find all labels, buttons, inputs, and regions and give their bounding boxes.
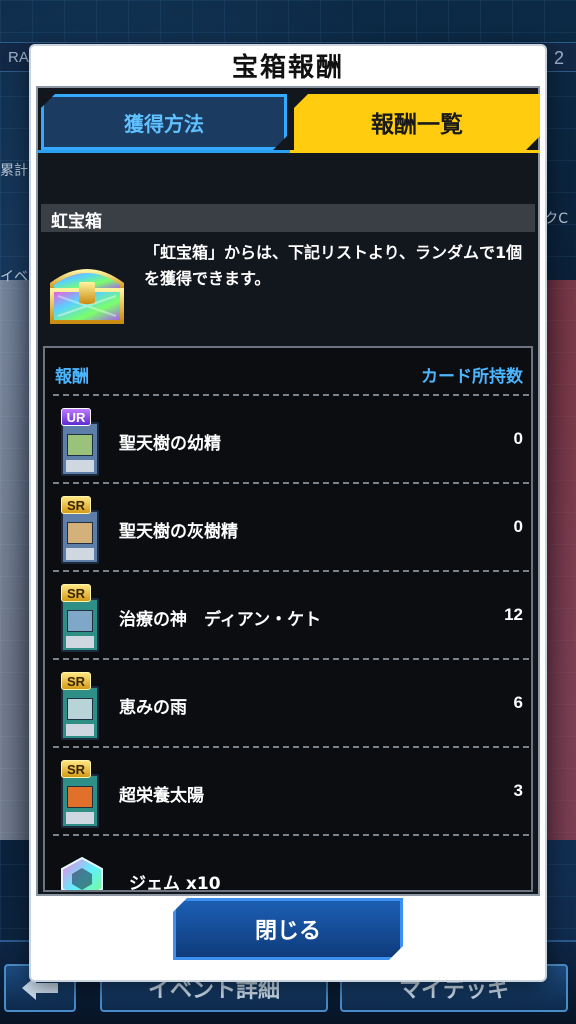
reward-row[interactable]: ジェム x10	[53, 834, 529, 892]
owned-column-header: カード所持数	[421, 367, 523, 387]
reward-row[interactable]: SR 聖天樹の灰樹精 0	[53, 482, 529, 570]
reward-name: 恵みの雨	[119, 698, 187, 718]
reward-column-header: 報酬	[55, 367, 89, 387]
rarity-badge: UR	[61, 408, 91, 426]
tab-reward-list-label: 報酬一覧	[371, 112, 463, 138]
reward-list-header: 報酬 カード所持数	[45, 348, 531, 394]
rarity-badge: SR	[61, 584, 91, 602]
dialog-body: 獲得方法 報酬一覧 虹宝箱 「虹宝箱」からは、下記リストより、ランダムで1個を獲…	[36, 86, 540, 896]
reward-name: 治療の神 ディアン・ケト	[119, 610, 322, 630]
dialog-title: 宝箱報酬	[231, 53, 344, 83]
owned-count: 6	[513, 693, 523, 712]
tab-acquisition-method[interactable]: 獲得方法	[41, 94, 287, 150]
reward-list[interactable]: 報酬 カード所持数 UR 聖天樹の幼精 0 SR 聖天樹の灰樹精 0 SR 治療…	[43, 346, 533, 892]
reward-name: ジェム x10	[129, 874, 221, 892]
card-thumbnail	[61, 422, 99, 476]
background-left-label: 累計	[0, 163, 28, 179]
section-title: 虹宝箱	[41, 204, 535, 232]
reward-name: 聖天樹の幼精	[119, 434, 221, 454]
rarity-badge: SR	[61, 672, 91, 690]
reward-row[interactable]: SR 治療の神 ディアン・ケト 12	[53, 570, 529, 658]
reward-name: 聖天樹の灰樹精	[119, 522, 238, 542]
card-thumbnail	[61, 598, 99, 652]
treasure-reward-dialog: 宝箱報酬 獲得方法 報酬一覧 虹宝箱 「虹宝箱」からは、下記リストより、ランダム…	[31, 46, 545, 980]
rarity-badge: SR	[61, 496, 91, 514]
rarity-badge: SR	[61, 760, 91, 778]
owned-count: 3	[513, 781, 523, 800]
tab-underline-active	[290, 150, 540, 153]
background-right-art	[542, 280, 576, 840]
reward-row[interactable]: UR 聖天樹の幼精 0	[53, 394, 529, 482]
rainbow-chest-icon	[50, 269, 124, 324]
card-thumbnail	[61, 510, 99, 564]
reward-row[interactable]: SR 恵みの雨 6	[53, 658, 529, 746]
gem-icon	[61, 856, 103, 890]
tab-acquisition-method-label: 獲得方法	[124, 111, 204, 136]
owned-count: 0	[513, 429, 523, 448]
card-thumbnail	[61, 686, 99, 740]
tab-reward-list[interactable]: 報酬一覧	[294, 94, 540, 150]
close-button[interactable]: 閉じる	[173, 898, 403, 960]
card-thumbnail	[61, 774, 99, 828]
background-topbar-right: 2	[553, 48, 564, 68]
owned-count: 12	[504, 605, 523, 624]
reward-name: 超栄養太陽	[119, 786, 204, 806]
background-right-label: クC	[544, 211, 568, 227]
reward-row[interactable]: SR 超栄養太陽 3	[53, 746, 529, 834]
reward-description: 「虹宝箱」からは、下記リストより、ランダムで1個を獲得できます。	[144, 243, 523, 288]
owned-count: 0	[513, 517, 523, 536]
background-left-art	[0, 280, 32, 840]
tab-underline-inactive	[38, 150, 290, 153]
